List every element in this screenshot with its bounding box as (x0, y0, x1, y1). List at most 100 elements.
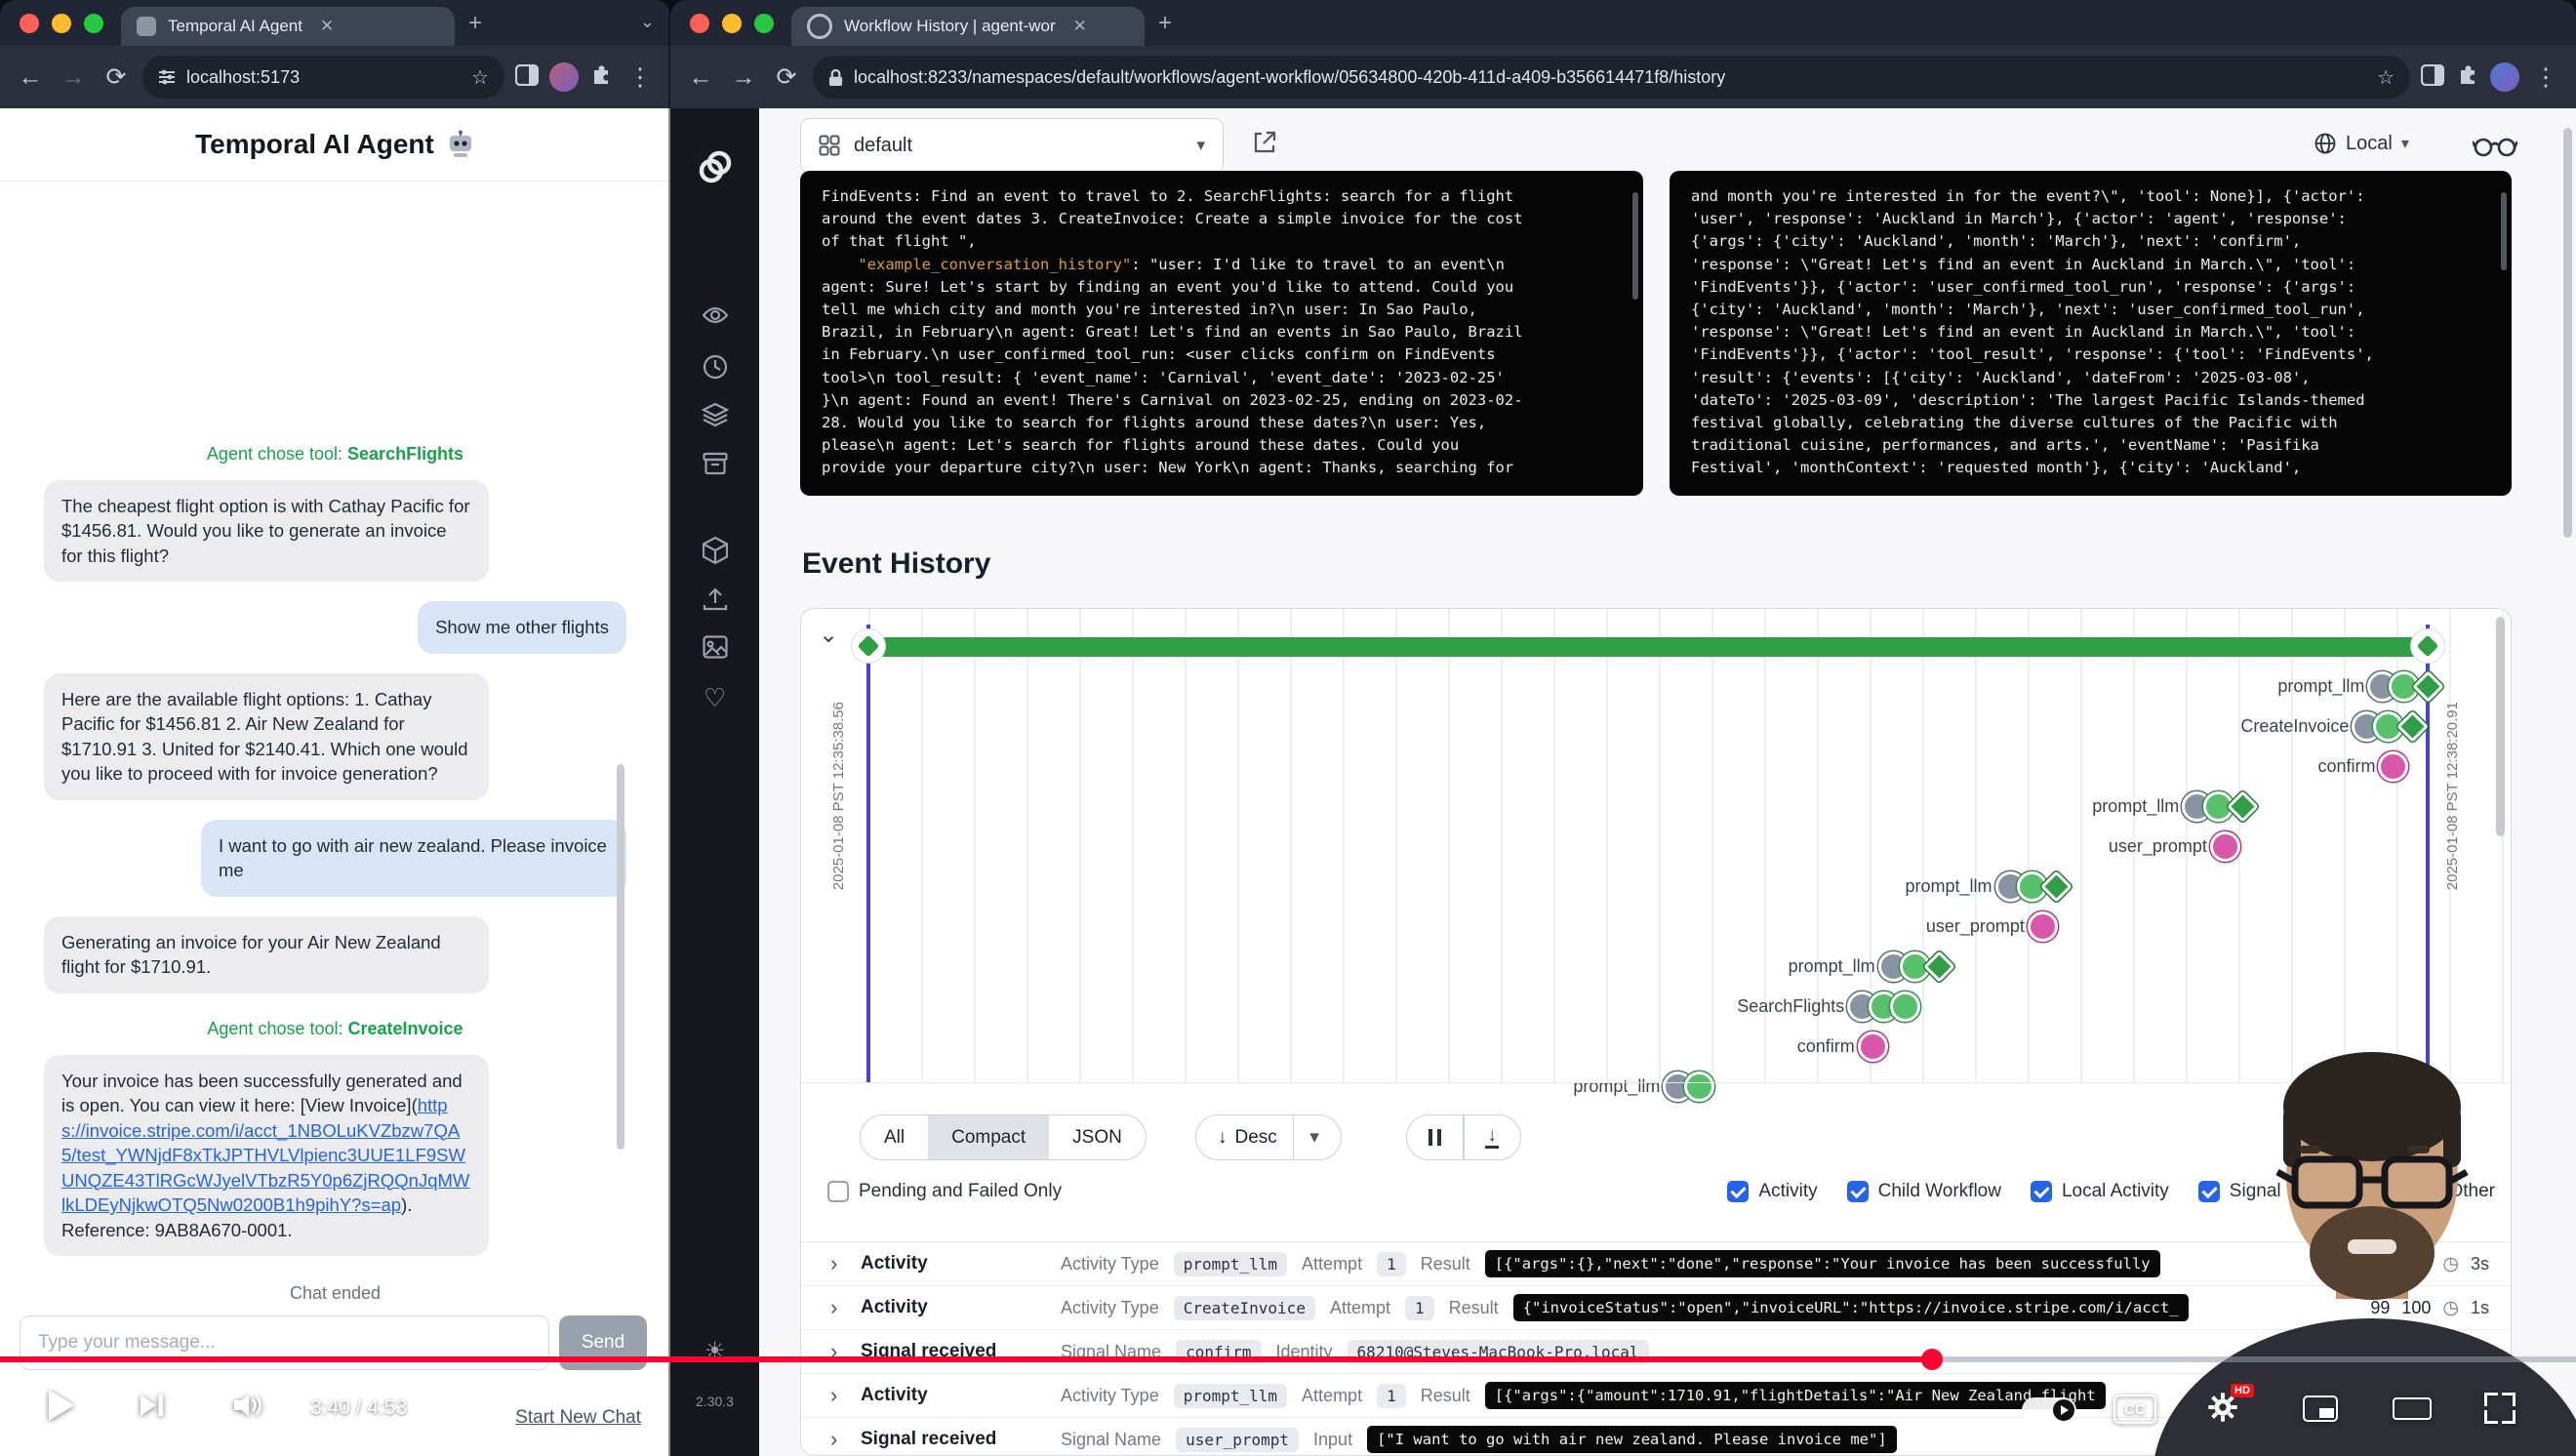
activity-marker-icon[interactable] (1684, 1072, 1714, 1102)
checkbox-icon[interactable] (827, 1181, 849, 1202)
eye-icon[interactable] (670, 305, 759, 325)
puzzle-icon[interactable] (2455, 63, 2480, 92)
timeline-node-group[interactable] (2191, 791, 2254, 822)
panel-scrollbar[interactable] (1632, 192, 1638, 300)
workflow-result-json-panel[interactable]: and month you're interested in for the e… (1670, 171, 2512, 496)
tab-temporal-ai-agent[interactable]: Temporal AI Agent ✕ (121, 7, 455, 46)
address-bar[interactable]: localhost:8233/namespaces/default/workfl… (813, 56, 2410, 99)
reload-icon[interactable]: ⟳ (770, 62, 803, 92)
clock-icon[interactable] (670, 354, 759, 380)
sort-desc[interactable]: ↓ Desc (1202, 1115, 1293, 1159)
panel-scrollbar[interactable] (2501, 192, 2507, 270)
new-tab-button[interactable]: + (1145, 0, 1186, 46)
chat-message-list[interactable]: Agent chose tool: SearchFlightsThe cheap… (0, 182, 670, 1312)
tab-search-chevron-icon[interactable]: ⌄ (640, 12, 655, 32)
sun-icon[interactable]: ☀ (670, 1337, 759, 1365)
cluster-select[interactable]: Local ▾ (2314, 132, 2409, 155)
signal-marker-icon[interactable] (1858, 1031, 1888, 1062)
minimize-window-button[interactable] (722, 14, 742, 33)
checkbox-icon[interactable] (1727, 1181, 1749, 1202)
marker-diamond-icon[interactable] (2227, 790, 2259, 823)
workflow-start-marker[interactable] (852, 629, 885, 663)
heart-icon[interactable]: ♡ (670, 683, 759, 713)
type-filter-activity[interactable]: Activity (1727, 1181, 1817, 1202)
timeline-node-group[interactable] (1887, 951, 1951, 982)
timeline-node-group[interactable] (1856, 991, 1920, 1022)
star-icon[interactable]: ☆ (471, 65, 489, 90)
external-link-icon[interactable] (1252, 130, 1277, 160)
collapse-timeline-chevron-icon[interactable]: ⌄ (819, 621, 838, 649)
sort-order-button[interactable]: ↓ Desc ▾ (1195, 1114, 1342, 1160)
temporal-logo-icon[interactable] (670, 147, 759, 186)
timeline-node-group[interactable] (2004, 871, 2068, 902)
tab-workflow-history[interactable]: Workflow History | agent-wor ✕ (791, 7, 1145, 46)
expand-chevron-icon[interactable]: › (830, 1339, 846, 1364)
message-input[interactable] (20, 1315, 549, 1370)
view-option-compact[interactable]: Compact (928, 1115, 1049, 1159)
view-option-all[interactable]: All (861, 1115, 928, 1159)
archive-icon[interactable] (670, 452, 759, 475)
back-icon[interactable]: ← (684, 63, 717, 92)
timeline-node-group[interactable] (1671, 1072, 1714, 1102)
view-option-json[interactable]: JSON (1049, 1115, 1146, 1159)
marker-diamond-icon[interactable] (2397, 710, 2430, 743)
workflow-execution-bar[interactable] (868, 637, 2428, 657)
cube-icon[interactable] (670, 537, 759, 564)
kebab-icon[interactable]: ⋮ (2529, 62, 2562, 92)
timeline-node-group[interactable] (2036, 911, 2058, 942)
checkbox-icon[interactable] (1847, 1181, 1869, 1202)
signal-marker-icon[interactable] (2210, 831, 2240, 862)
star-icon[interactable]: ☆ (2377, 65, 2395, 90)
type-filter-child-workflow[interactable]: Child Workflow (1847, 1181, 2001, 1202)
new-tab-button[interactable]: + (455, 0, 496, 46)
labs-glasses-icon[interactable] (2473, 135, 2517, 163)
timeline-node-group[interactable] (2360, 711, 2424, 742)
side-panel-icon[interactable] (2420, 64, 2445, 91)
timeline-node-group[interactable] (1867, 1031, 1888, 1062)
upload-icon[interactable] (670, 586, 759, 612)
checkbox-icon[interactable] (2031, 1181, 2052, 1202)
close-tab-icon[interactable]: ✕ (320, 17, 334, 36)
pause-icon[interactable] (1407, 1115, 1463, 1159)
timeline-scrollbar[interactable] (2496, 617, 2505, 836)
sort-options-chevron-icon[interactable]: ▾ (1294, 1115, 1335, 1159)
chat-scrollbar[interactable] (617, 764, 624, 1150)
close-window-button[interactable] (690, 14, 709, 33)
back-icon[interactable]: ← (14, 63, 47, 92)
lock-icon[interactable] (828, 68, 843, 87)
expand-chevron-icon[interactable]: › (830, 1427, 846, 1452)
send-button[interactable]: Send (559, 1315, 647, 1370)
forward-icon[interactable]: → (57, 63, 90, 92)
zoom-window-button[interactable] (84, 14, 103, 33)
address-bar[interactable]: localhost:5173 ☆ (142, 56, 504, 99)
workflow-end-marker[interactable] (2411, 629, 2444, 663)
signal-marker-icon[interactable] (2028, 911, 2058, 942)
minimize-window-button[interactable] (52, 14, 71, 33)
timeline-node-group[interactable] (2219, 831, 2240, 862)
start-new-chat-link[interactable]: Start New Chat (515, 1407, 641, 1429)
marker-diamond-icon[interactable] (2040, 870, 2073, 903)
profile-avatar[interactable] (2490, 62, 2519, 92)
profile-avatar[interactable] (549, 62, 579, 92)
page-scrollbar[interactable] (2563, 128, 2572, 538)
timeline-node-group[interactable] (2387, 751, 2408, 782)
pending-failed-filter[interactable]: Pending and Failed Only (827, 1181, 1062, 1202)
namespace-select[interactable]: default ▾ (800, 118, 1224, 173)
marker-diamond-icon[interactable] (1923, 950, 1955, 983)
zoom-window-button[interactable] (754, 14, 774, 33)
layers-icon[interactable] (670, 402, 759, 427)
reload-icon[interactable]: ⟳ (100, 62, 133, 92)
timeline-node-group[interactable] (2376, 671, 2439, 702)
puzzle-icon[interactable] (588, 63, 614, 92)
expand-chevron-icon[interactable]: › (830, 1251, 846, 1276)
type-filter-local-activity[interactable]: Local Activity (2031, 1181, 2169, 1202)
forward-icon[interactable]: → (727, 63, 760, 92)
invoice-link[interactable]: https://invoice.stripe.com/i/acct_1NBOLu… (61, 1095, 469, 1215)
close-window-button[interactable] (20, 14, 39, 33)
signal-marker-icon[interactable] (2378, 751, 2408, 782)
kebab-icon[interactable]: ⋮ (624, 62, 657, 92)
activity-marker-icon[interactable] (1890, 991, 1920, 1022)
close-tab-icon[interactable]: ✕ (1073, 17, 1087, 36)
side-panel-icon[interactable] (514, 64, 540, 91)
expand-chevron-icon[interactable]: › (830, 1295, 846, 1320)
